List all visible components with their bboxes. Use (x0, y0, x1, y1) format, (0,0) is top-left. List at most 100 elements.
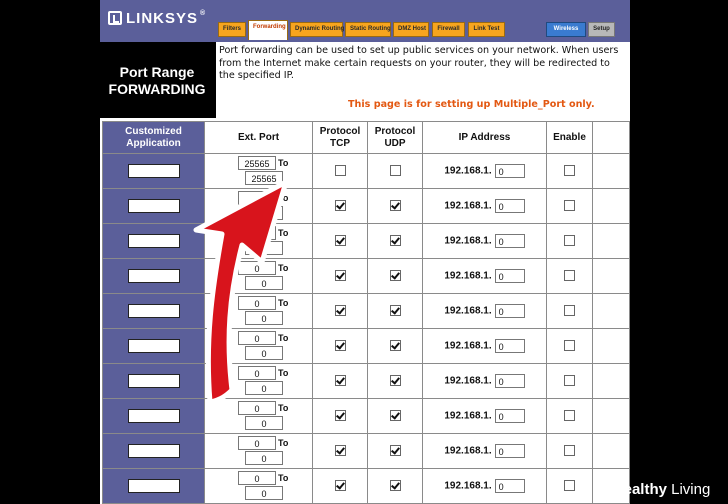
to-label: To (278, 368, 289, 378)
tcp-cell (312, 223, 368, 259)
port-end-input[interactable]: 0 (245, 381, 283, 395)
udp-checkbox[interactable] (389, 305, 401, 317)
ip-prefix: 192.168.1. (444, 165, 492, 177)
tcp-checkbox[interactable] (334, 340, 346, 352)
application-name-input[interactable] (127, 303, 180, 318)
udp-checkbox[interactable] (389, 165, 401, 177)
tcp-checkbox[interactable] (334, 480, 346, 492)
ext-port-cell: 0 To 0 (204, 328, 313, 364)
tab-filters[interactable]: Filters (218, 22, 246, 37)
port-start-input[interactable]: 0 (238, 226, 276, 240)
tab-wireless[interactable]: Wireless (546, 22, 586, 37)
enable-cell (546, 468, 593, 504)
udp-checkbox[interactable] (389, 235, 401, 247)
application-name-input[interactable] (127, 268, 180, 283)
port-end-input[interactable]: 25565 (245, 171, 283, 185)
ip-last-octet-input[interactable]: 0 (494, 199, 525, 213)
ip-last-octet-input[interactable]: 0 (494, 339, 525, 353)
tcp-cell (312, 328, 368, 364)
port-start-input[interactable]: 0 (238, 366, 276, 380)
udp-checkbox[interactable] (389, 410, 401, 422)
port-start-input[interactable]: 0 (238, 401, 276, 415)
application-name-input[interactable] (127, 163, 180, 178)
tab-dmz-host[interactable]: DMZ Host (393, 22, 429, 37)
enable-checkbox[interactable] (564, 305, 575, 317)
tab-dynamic-routing[interactable]: Dynamic Routing (290, 22, 344, 37)
tcp-checkbox[interactable] (334, 375, 346, 387)
port-end-input[interactable]: 0 (245, 486, 283, 500)
enable-cell (546, 398, 593, 434)
tab-static-routing[interactable]: Static Routing (345, 22, 391, 37)
ip-last-octet-input[interactable]: 0 (494, 444, 525, 458)
ip-last-octet-input[interactable]: 0 (494, 479, 525, 493)
udp-checkbox[interactable] (389, 200, 401, 212)
ip-cell: 192.168.1. 0 (422, 433, 547, 469)
enable-checkbox[interactable] (564, 375, 575, 387)
ip-prefix: 192.168.1. (444, 235, 492, 247)
port-end-input[interactable]: 0 (245, 346, 283, 360)
udp-checkbox[interactable] (389, 270, 401, 282)
tcp-checkbox[interactable] (334, 165, 346, 177)
ip-last-octet-input[interactable]: 0 (494, 304, 525, 318)
tab-firewall[interactable]: Firewall (432, 22, 465, 37)
port-end-input[interactable]: 0 (245, 241, 283, 255)
udp-cell (367, 468, 423, 504)
app-cell (102, 293, 205, 329)
ip-last-octet-input[interactable]: 0 (494, 269, 525, 283)
port-start-input[interactable]: 0 (238, 436, 276, 450)
ip-prefix: 192.168.1. (444, 480, 492, 492)
enable-checkbox[interactable] (564, 340, 575, 352)
ip-last-octet-input[interactable]: 0 (494, 164, 525, 178)
enable-checkbox[interactable] (564, 270, 575, 282)
port-end-input[interactable]: 0 (245, 206, 283, 220)
tcp-checkbox[interactable] (334, 445, 346, 457)
application-name-input[interactable] (127, 198, 180, 213)
spacer-cell (592, 398, 630, 434)
enable-checkbox[interactable] (564, 410, 575, 422)
port-start-input[interactable]: 25565 (238, 156, 276, 170)
tcp-checkbox[interactable] (334, 235, 346, 247)
port-start-input[interactable]: 0 (238, 261, 276, 275)
page-title-line2: FORWARDING (108, 81, 206, 97)
enable-checkbox[interactable] (564, 480, 575, 492)
port-start-input[interactable]: 0 (238, 471, 276, 485)
port-end-input[interactable]: 0 (245, 451, 283, 465)
enable-cell (546, 153, 593, 189)
tab-link-test[interactable]: Link Test (468, 22, 505, 37)
application-name-input[interactable] (127, 373, 180, 388)
application-name-input[interactable] (127, 233, 180, 248)
tab-forwarding[interactable]: Forwarding (248, 20, 288, 40)
enable-checkbox[interactable] (564, 445, 575, 457)
udp-checkbox[interactable] (389, 375, 401, 387)
col-header-protocol-udp: Protocol UDP (367, 121, 423, 154)
port-start-input[interactable]: 0 (238, 331, 276, 345)
port-end-input[interactable]: 0 (245, 311, 283, 325)
port-end-input[interactable]: 0 (245, 416, 283, 430)
tab-setup[interactable]: Setup (588, 22, 615, 37)
to-label: To (278, 298, 289, 308)
udp-cell (367, 433, 423, 469)
ip-last-octet-input[interactable]: 0 (494, 409, 525, 423)
port-start-input[interactable]: 0 (238, 296, 276, 310)
col-header-protocol-tcp: Protocol TCP (312, 121, 368, 154)
tcp-checkbox[interactable] (334, 410, 346, 422)
udp-cell (367, 188, 423, 224)
enable-checkbox[interactable] (564, 235, 575, 247)
tcp-checkbox[interactable] (334, 305, 346, 317)
tcp-checkbox[interactable] (334, 270, 346, 282)
application-name-input[interactable] (127, 478, 180, 493)
application-name-input[interactable] (127, 408, 180, 423)
application-name-input[interactable] (127, 338, 180, 353)
udp-checkbox[interactable] (389, 445, 401, 457)
udp-checkbox[interactable] (389, 480, 401, 492)
ip-last-octet-input[interactable]: 0 (494, 234, 525, 248)
application-name-input[interactable] (127, 443, 180, 458)
port-start-input[interactable]: 0 (238, 191, 276, 205)
to-label: To (278, 158, 289, 168)
ip-last-octet-input[interactable]: 0 (494, 374, 525, 388)
port-end-input[interactable]: 0 (245, 276, 283, 290)
udp-checkbox[interactable] (389, 340, 401, 352)
enable-checkbox[interactable] (564, 165, 575, 177)
enable-checkbox[interactable] (564, 200, 575, 212)
tcp-checkbox[interactable] (334, 200, 346, 212)
